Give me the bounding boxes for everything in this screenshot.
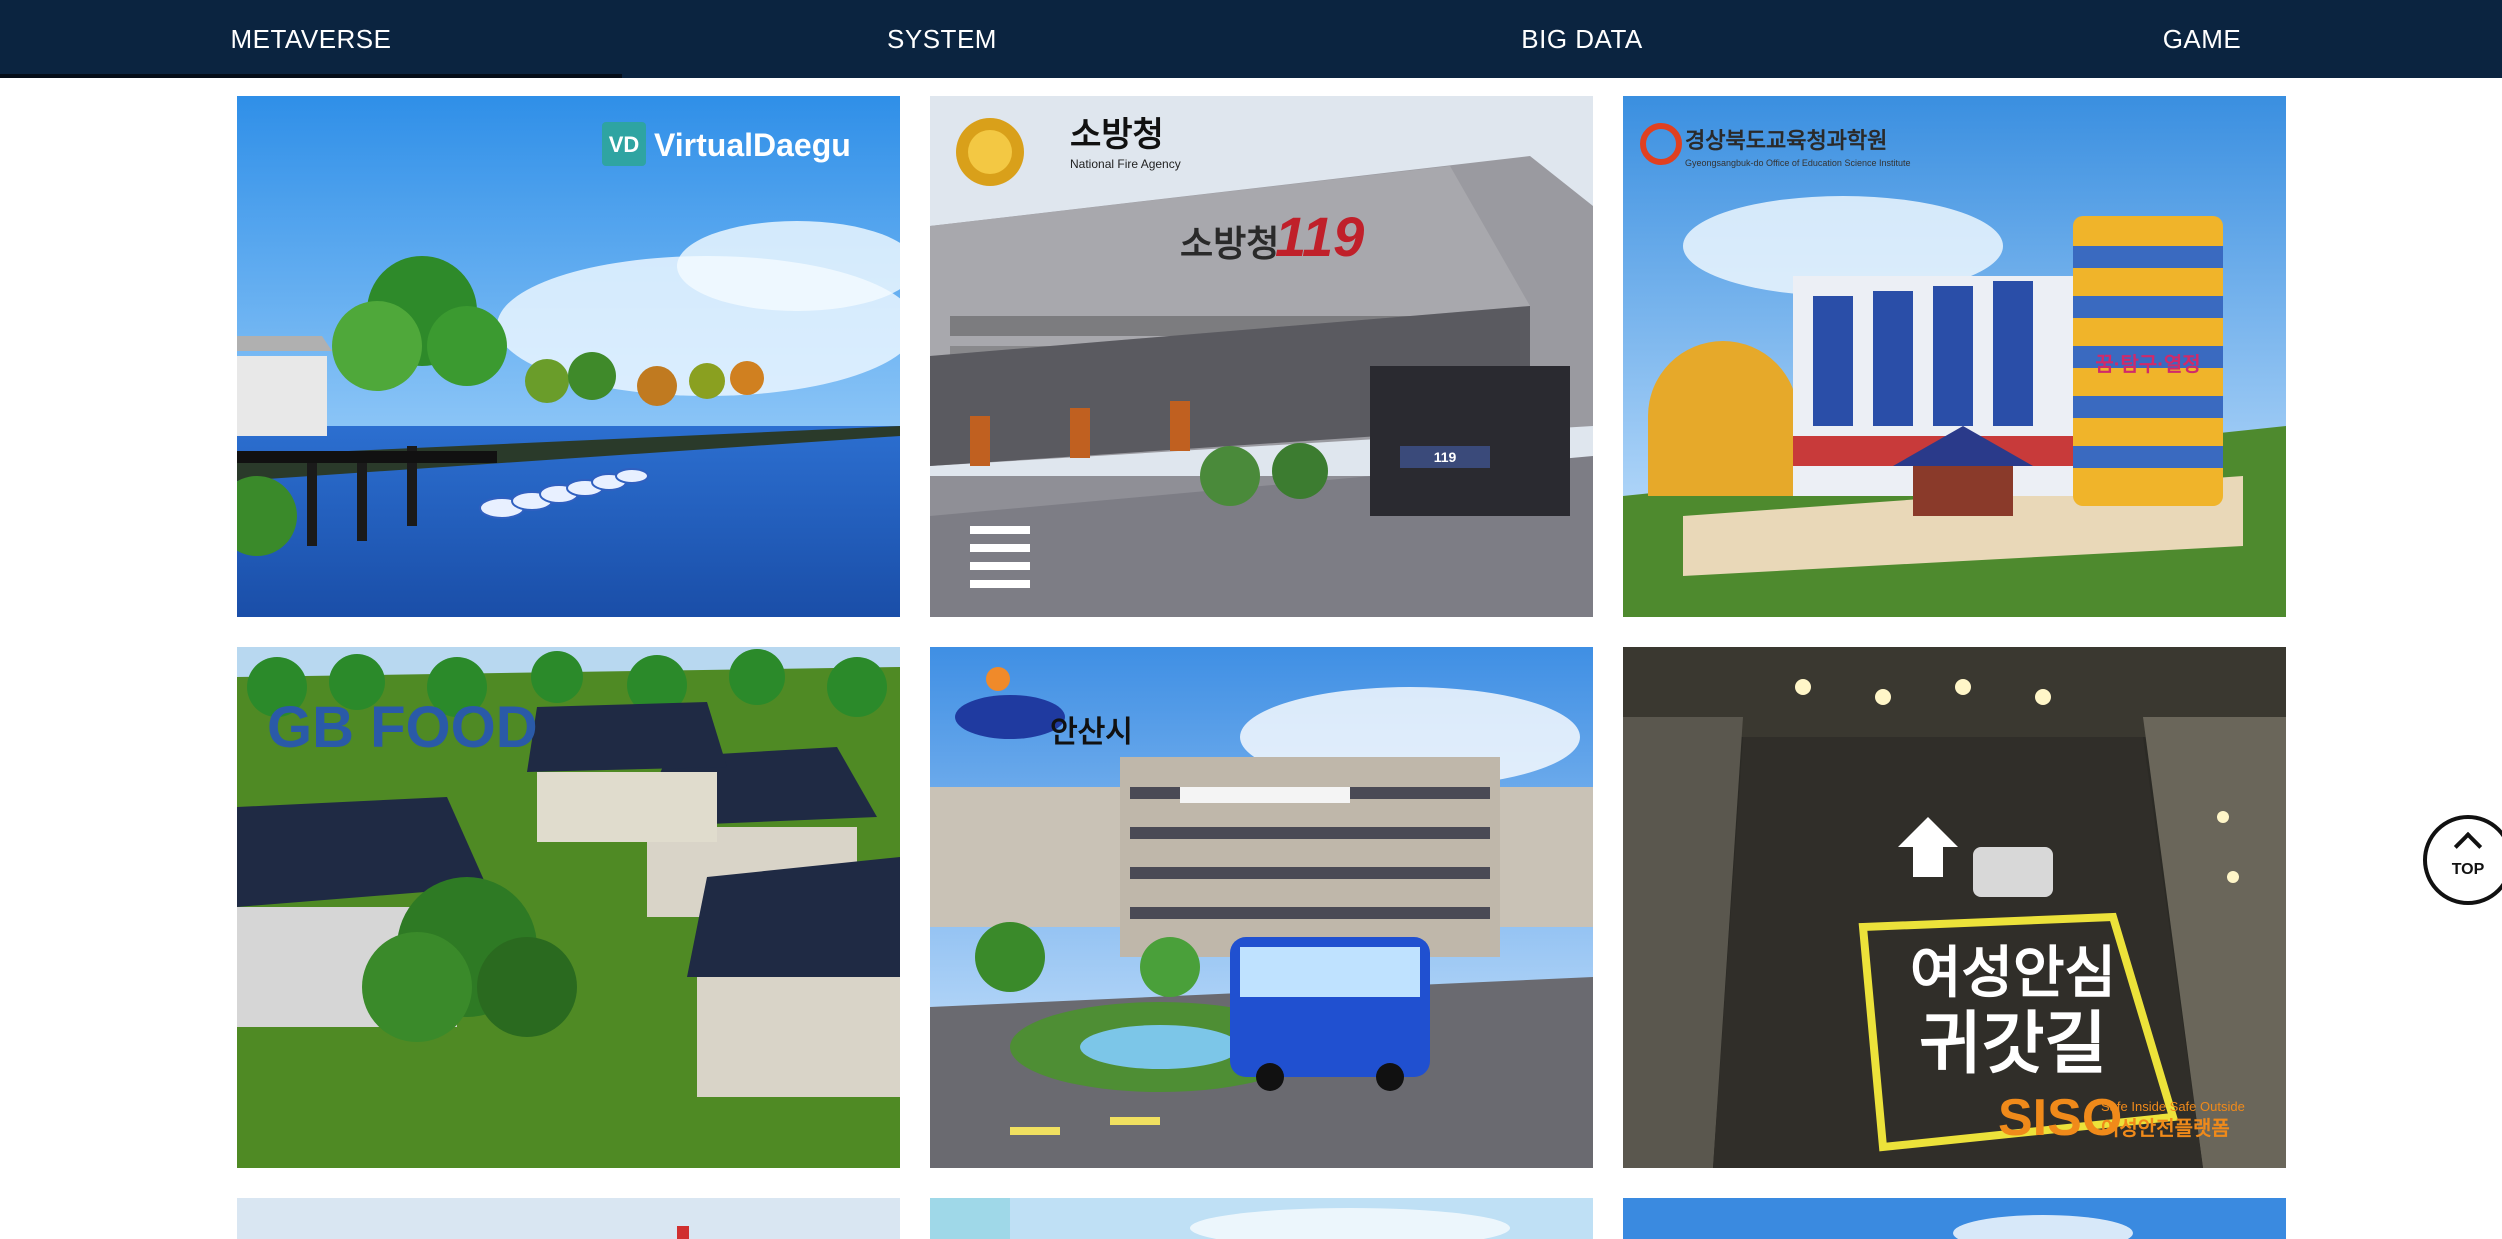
gyeongbuk-edu-thumbnail: 꿈·탐구·열정 경상북도교육청과학원 Gyeongsangbuk-do Offi… <box>1623 96 2286 617</box>
svg-text:Safe Inside Safe Outside: Safe Inside Safe Outside <box>2101 1099 2245 1114</box>
project-card-gyeongbuk-edu[interactable]: 꿈·탐구·열정 경상북도교육청과학원 Gyeongsangbuk-do Offi… <box>1623 96 2286 617</box>
tab-big-data[interactable]: BIG DATA <box>1262 0 1902 78</box>
svg-text:소방청: 소방청 <box>1180 223 1279 264</box>
back-to-top-label: TOP <box>2451 861 2485 878</box>
svg-text:여성안전플랫폼: 여성안전플랫폼 <box>2101 1117 2230 1140</box>
row3-thumbnail-2 <box>930 1198 1593 1239</box>
svg-text:National Fire Agency: National Fire Agency <box>1070 157 1181 171</box>
svg-text:VirtualDaegu: VirtualDaegu <box>654 127 851 163</box>
svg-text:안산시: 안산시 <box>1050 716 1133 749</box>
svg-text:119: 119 <box>1275 205 1364 268</box>
row3-thumbnail-1 <box>237 1198 900 1239</box>
tab-metaverse[interactable]: METAVERSE <box>0 0 622 78</box>
project-card-ansan[interactable]: 안산시 <box>930 647 1593 1168</box>
svg-text:119: 119 <box>1434 449 1457 465</box>
project-card-gb-food[interactable]: GB FOOD <box>237 647 900 1168</box>
project-card-virtualdaegu[interactable]: VD VirtualDaegu <box>237 96 900 617</box>
project-card-fire-agency[interactable]: 119 소방청 119 소방청 National Fire Agency <box>930 96 1593 617</box>
virtualdaegu-thumbnail: VD VirtualDaegu <box>237 96 900 617</box>
svg-text:VD: VD <box>609 132 640 157</box>
project-card-row3-3[interactable] <box>1623 1198 2286 1239</box>
svg-text:꿈·탐구·열정: 꿈·탐구·열정 <box>2095 353 2200 376</box>
siso-thumbnail: 여성안심 귀갓길 SISO Safe Inside Safe Outside 여… <box>1623 647 2286 1168</box>
svg-text:여성안심: 여성안심 <box>1910 941 2116 1004</box>
chevron-up-icon <box>2453 831 2483 861</box>
ansan-thumbnail: 안산시 <box>930 647 1593 1168</box>
fire-agency-thumbnail: 119 소방청 119 소방청 National Fire Agency <box>930 96 1593 617</box>
gb-food-thumbnail: GB FOOD <box>237 647 900 1168</box>
back-to-top-button[interactable]: TOP <box>2423 815 2502 905</box>
svg-text:Gyeongsangbuk-do Office of Edu: Gyeongsangbuk-do Office of Education Sci… <box>1685 158 1910 168</box>
main-nav: METAVERSE SYSTEM BIG DATA GAME <box>0 0 2502 78</box>
svg-text:경상북도교육청과학원: 경상북도교육청과학원 <box>1685 128 1887 153</box>
svg-text:GB FOOD: GB FOOD <box>267 695 538 760</box>
active-tab-indicator <box>0 74 622 78</box>
project-card-row3-1[interactable] <box>237 1198 900 1239</box>
project-card-siso[interactable]: 여성안심 귀갓길 SISO Safe Inside Safe Outside 여… <box>1623 647 2286 1168</box>
svg-text:귀갓길: 귀갓길 <box>1919 1006 2107 1082</box>
row3-thumbnail-3 <box>1623 1198 2286 1239</box>
tab-game[interactable]: GAME <box>1902 0 2502 78</box>
tab-system[interactable]: SYSTEM <box>622 0 1262 78</box>
project-card-row3-2[interactable] <box>930 1198 1593 1239</box>
svg-text:소방청: 소방청 <box>1070 116 1164 154</box>
